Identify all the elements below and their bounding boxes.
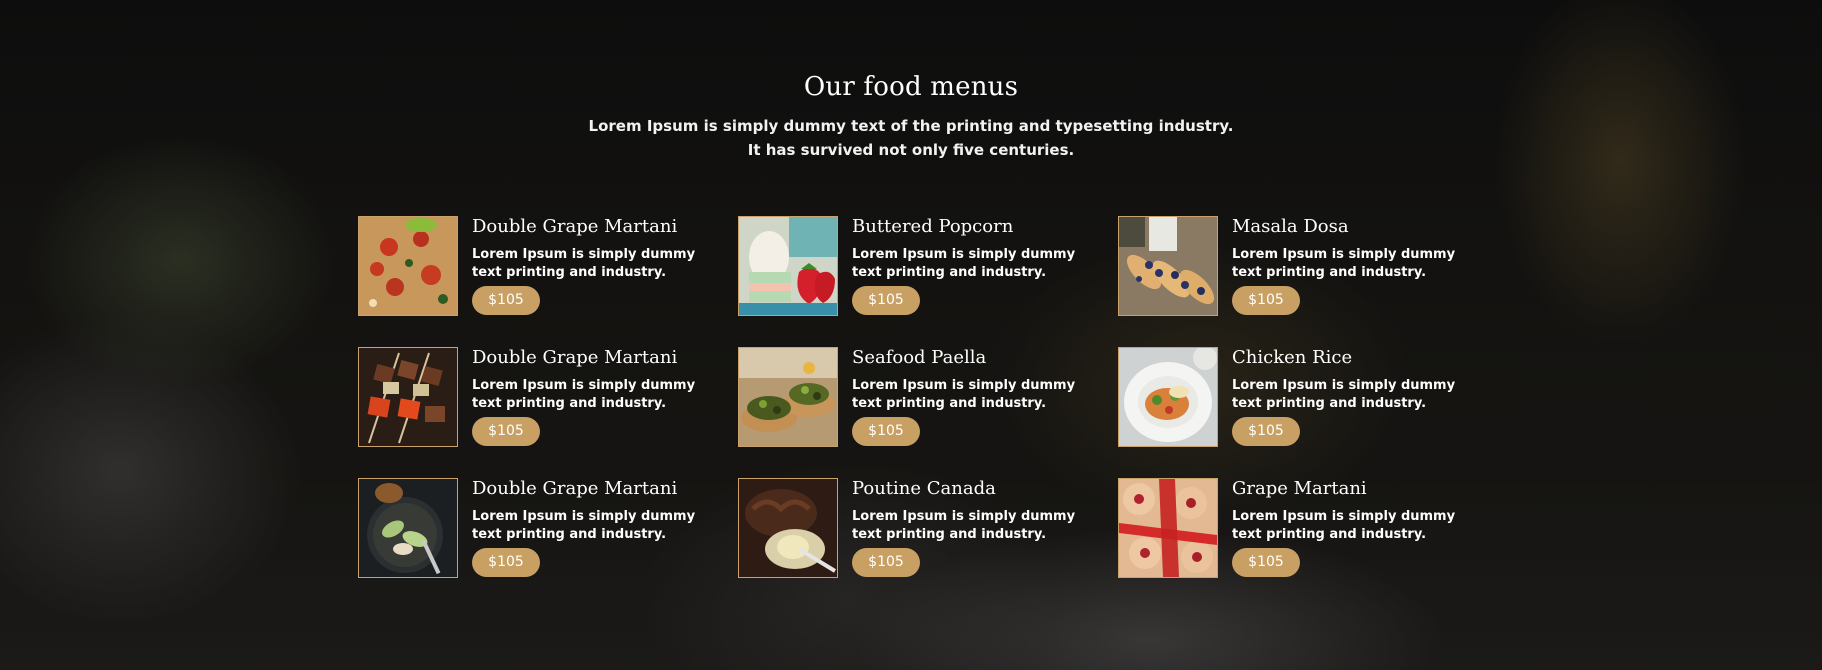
menu-item: Double Grape Martani Lorem Ipsum is simp… xyxy=(358,478,698,578)
menu-item-description-line: Lorem Ipsum is simply dummy xyxy=(852,509,1076,524)
menu-item-description: Lorem Ipsum is simply dummy text printin… xyxy=(1232,377,1462,413)
menu-item-description: Lorem Ipsum is simply dummy text printin… xyxy=(852,508,1082,544)
menu-item-description: Lorem Ipsum is simply dummy text printin… xyxy=(472,246,702,282)
menu-item: Seafood Paella Lorem Ipsum is simply dum… xyxy=(738,347,1078,447)
menu-item-description-line: text printing and industry. xyxy=(1232,265,1427,280)
price-button[interactable]: $105 xyxy=(472,286,540,315)
price-button[interactable]: $105 xyxy=(1232,548,1300,577)
menu-item-name: Poutine Canada xyxy=(852,478,996,499)
menu-item-description-line: text printing and industry. xyxy=(472,265,667,280)
section-subtitle: Lorem Ipsum is simply dummy text of the … xyxy=(0,114,1822,162)
menu-item-description: Lorem Ipsum is simply dummy text printin… xyxy=(1232,508,1462,544)
price-button[interactable]: $105 xyxy=(852,417,920,446)
menu-item-name: Double Grape Martani xyxy=(472,478,678,499)
menu-item-description-line: Lorem Ipsum is simply dummy xyxy=(1232,247,1456,262)
menu-item-description: Lorem Ipsum is simply dummy text printin… xyxy=(852,377,1082,413)
section-subtitle-line-2: It has survived not only five centuries. xyxy=(747,141,1075,159)
menu-item-description-line: Lorem Ipsum is simply dummy xyxy=(1232,509,1456,524)
menu-item-name: Masala Dosa xyxy=(1232,216,1349,237)
menu-item-description-line: text printing and industry. xyxy=(472,396,667,411)
menu-item-description-line: Lorem Ipsum is simply dummy xyxy=(472,247,696,262)
kebab-skewers-image[interactable] xyxy=(358,347,458,447)
menu-item-description-line: Lorem Ipsum is simply dummy xyxy=(472,509,696,524)
jam-cookies-image[interactable] xyxy=(1118,478,1218,578)
menu-item-name: Double Grape Martani xyxy=(472,347,678,368)
menu-item-description: Lorem Ipsum is simply dummy text printin… xyxy=(472,508,702,544)
chocolate-dessert-image[interactable] xyxy=(738,478,838,578)
menu-item: Poutine Canada Lorem Ipsum is simply dum… xyxy=(738,478,1078,578)
menu-item: Double Grape Martani Lorem Ipsum is simp… xyxy=(358,216,698,316)
rice-plate-image[interactable] xyxy=(1118,347,1218,447)
menu-item-description: Lorem Ipsum is simply dummy text printin… xyxy=(1232,246,1462,282)
section-title: Our food menus xyxy=(803,72,1019,102)
menu-item-name: Seafood Paella xyxy=(852,347,987,368)
menu-item-description-line: text printing and industry. xyxy=(852,265,1047,280)
menu-item: Double Grape Martani Lorem Ipsum is simp… xyxy=(358,347,698,447)
menu-item-description-line: Lorem Ipsum is simply dummy xyxy=(852,247,1076,262)
price-button[interactable]: $105 xyxy=(852,286,920,315)
menu-item-name: Double Grape Martani xyxy=(472,216,678,237)
menu-item-description: Lorem Ipsum is simply dummy text printin… xyxy=(472,377,702,413)
menu-item-name: Buttered Popcorn xyxy=(852,216,1014,237)
menu-item-description-line: Lorem Ipsum is simply dummy xyxy=(852,378,1076,393)
menu-item-description: Lorem Ipsum is simply dummy text printin… xyxy=(852,246,1082,282)
menu-item-description-line: text printing and industry. xyxy=(1232,527,1427,542)
price-button[interactable]: $105 xyxy=(1232,417,1300,446)
pizza-image[interactable] xyxy=(358,216,458,316)
menu-item: Masala Dosa Lorem Ipsum is simply dummy … xyxy=(1118,216,1458,316)
food-menu-section: Our food menus Lorem Ipsum is simply dum… xyxy=(0,0,1822,670)
price-button[interactable]: $105 xyxy=(472,548,540,577)
menu-item-description-line: text printing and industry. xyxy=(852,527,1047,542)
menu-item-description-line: Lorem Ipsum is simply dummy xyxy=(472,378,696,393)
menu-item-description-line: text printing and industry. xyxy=(1232,396,1427,411)
skillet-vegetables-image[interactable] xyxy=(358,478,458,578)
section-subtitle-line-1: Lorem Ipsum is simply dummy text of the … xyxy=(588,117,1234,135)
menu-item-name: Chicken Rice xyxy=(1232,347,1353,368)
price-button[interactable]: $105 xyxy=(472,417,540,446)
menu-item-name: Grape Martani xyxy=(1232,478,1367,499)
price-button[interactable]: $105 xyxy=(852,548,920,577)
menu-item-description-line: text printing and industry. xyxy=(472,527,667,542)
menu-item: Grape Martani Lorem Ipsum is simply dumm… xyxy=(1118,478,1458,578)
stuffed-mushrooms-image[interactable] xyxy=(738,347,838,447)
menu-item: Chicken Rice Lorem Ipsum is simply dummy… xyxy=(1118,347,1458,447)
menu-item: Buttered Popcorn Lorem Ipsum is simply d… xyxy=(738,216,1078,316)
menu-item-description-line: Lorem Ipsum is simply dummy xyxy=(1232,378,1456,393)
strawberries-egg-image[interactable] xyxy=(738,216,838,316)
price-button[interactable]: $105 xyxy=(1232,286,1300,315)
menu-item-description-line: text printing and industry. xyxy=(852,396,1047,411)
crepes-blueberries-image[interactable] xyxy=(1118,216,1218,316)
